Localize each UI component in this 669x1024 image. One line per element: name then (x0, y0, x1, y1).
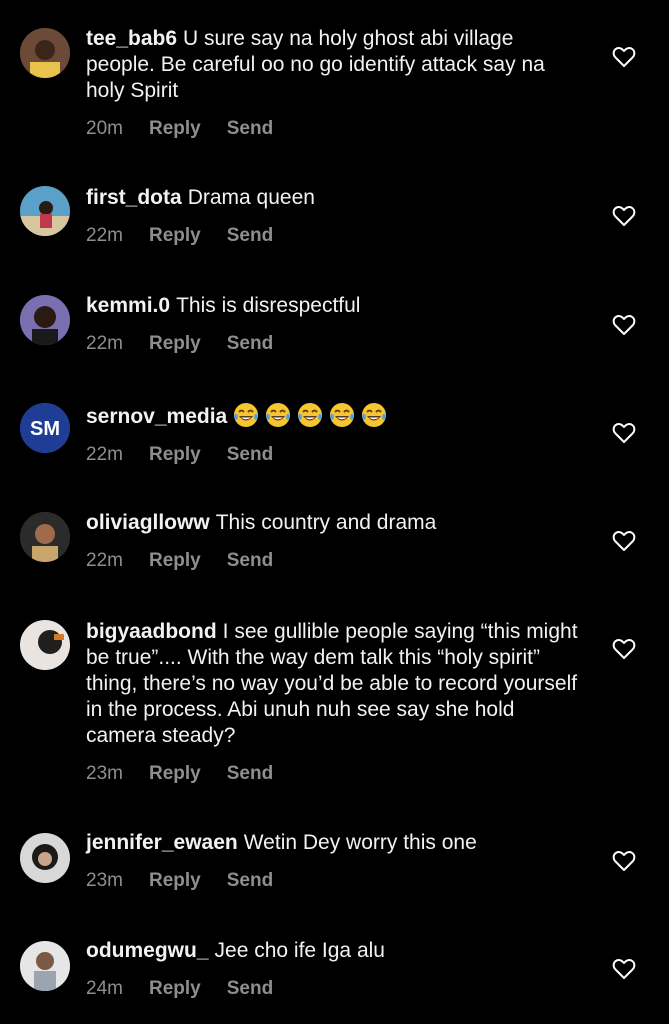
avatar[interactable] (20, 620, 70, 670)
comment-time: 22m (86, 333, 123, 354)
comment-username[interactable]: bigyaadbond (86, 620, 217, 643)
reply-button[interactable]: Reply (149, 333, 201, 355)
heart-outline-icon[interactable] (612, 638, 636, 660)
comment-username[interactable]: odumegwu_ (86, 939, 209, 962)
comment-username[interactable]: sernov_media (86, 405, 227, 428)
heart-outline-icon[interactable] (612, 422, 636, 444)
heart-outline-icon[interactable] (612, 46, 636, 68)
comment-text: Drama queen (187, 186, 315, 209)
comment-username[interactable]: tee_bab6 (86, 27, 177, 50)
reply-button[interactable]: Reply (149, 118, 201, 140)
avatar[interactable] (20, 28, 70, 78)
comment-time: 23m (86, 763, 123, 784)
heart-outline-icon[interactable] (612, 205, 636, 227)
comment-time: 22m (86, 225, 123, 246)
send-button[interactable]: Send (227, 870, 273, 892)
laughing-crying-emoji (234, 403, 259, 427)
reply-button[interactable]: Reply (149, 550, 201, 572)
comment-time: 20m (86, 118, 123, 139)
avatar[interactable] (20, 941, 70, 991)
comment-username[interactable]: oliviaglloww (86, 511, 210, 534)
reply-button[interactable]: Reply (149, 763, 201, 785)
comment-time: 22m (86, 550, 123, 571)
send-button[interactable]: Send (227, 978, 273, 1000)
avatar[interactable] (20, 295, 70, 345)
svg-text:SM: SM (30, 418, 60, 440)
comment-text: This country and drama (215, 511, 437, 534)
avatar[interactable] (20, 833, 70, 883)
comment-username[interactable]: first_dota (86, 186, 182, 209)
heart-outline-icon[interactable] (612, 530, 636, 552)
avatar[interactable] (20, 186, 70, 236)
send-button[interactable]: Send (227, 444, 273, 466)
comment-username[interactable]: jennifer_ewaen (86, 831, 238, 854)
laughing-crying-emoji (362, 403, 387, 427)
send-button[interactable]: Send (227, 763, 273, 785)
heart-outline-icon[interactable] (612, 850, 636, 872)
comment-time: 23m (86, 870, 123, 891)
send-button[interactable]: Send (227, 225, 273, 247)
avatar[interactable]: SM (20, 403, 70, 453)
reply-button[interactable]: Reply (149, 444, 201, 466)
comment-text: This is disrespectful (176, 294, 361, 317)
comment-time: 22m (86, 444, 123, 465)
comment-text: Jee cho ife Iga alu (214, 939, 385, 962)
avatar[interactable] (20, 512, 70, 562)
reply-button[interactable]: Reply (149, 225, 201, 247)
emoji-row (233, 403, 393, 428)
send-button[interactable]: Send (227, 333, 273, 355)
comment-time: 24m (86, 978, 123, 999)
send-button[interactable]: Send (227, 118, 273, 140)
reply-button[interactable]: Reply (149, 978, 201, 1000)
laughing-crying-emoji (330, 403, 355, 427)
heart-outline-icon[interactable] (612, 958, 636, 980)
send-button[interactable]: Send (227, 550, 273, 572)
comment-username[interactable]: kemmi.0 (86, 294, 170, 317)
reply-button[interactable]: Reply (149, 870, 201, 892)
heart-outline-icon[interactable] (612, 314, 636, 336)
comment-text: Wetin Dey worry this one (243, 831, 477, 854)
laughing-crying-emoji (298, 403, 323, 427)
laughing-crying-emoji (266, 403, 291, 427)
